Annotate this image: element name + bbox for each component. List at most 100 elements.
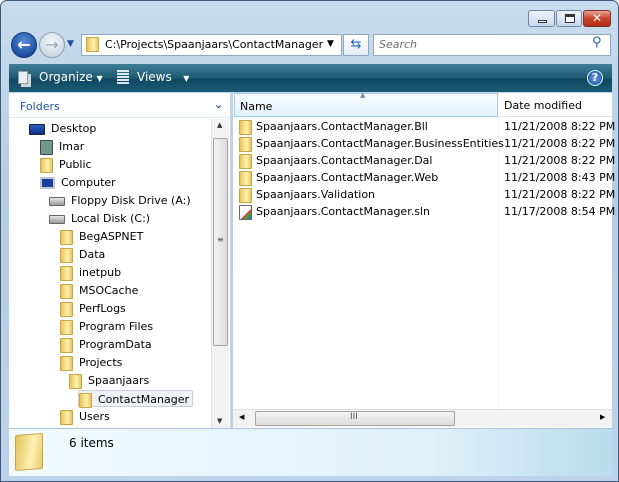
chevron-down-icon: ⌄ xyxy=(214,98,224,111)
vertical-scrollbar[interactable]: ▲ ≡ ▼ xyxy=(211,119,229,428)
tree-item-label: PerfLogs xyxy=(79,302,126,315)
file-name: Spaanjaars.ContactManager.Bll xyxy=(256,120,428,133)
tree-item-label: ContactManager xyxy=(98,393,190,406)
folder-icon xyxy=(60,283,73,299)
scroll-left-icon[interactable]: ◀ xyxy=(239,413,244,421)
address-bar[interactable]: C:\Projects\Spaanjaars\ContactManager ▼ xyxy=(81,34,342,56)
search-input[interactable]: Search ⚲ xyxy=(373,34,611,56)
tree-item[interactable]: Computer xyxy=(40,174,116,191)
file-row[interactable]: Spaanjaars.ContactManager.Web 11/21/2008 … xyxy=(239,169,615,186)
tree-item[interactable]: Projects xyxy=(60,354,122,371)
tree-item-label: Local Disk (C:) xyxy=(71,212,151,225)
floppy-drive-icon xyxy=(49,196,65,206)
tree-item-label: Users xyxy=(79,410,110,423)
solution-file-icon xyxy=(239,204,252,220)
folder-icon xyxy=(239,187,252,203)
chevron-down-icon: ▼ xyxy=(67,39,74,49)
tree-item-label: Program Files xyxy=(79,320,154,333)
minimize-button[interactable] xyxy=(528,10,555,27)
file-name: Spaanjaars.ContactManager.Web xyxy=(256,171,439,184)
tree-item[interactable]: Program Files xyxy=(60,318,153,335)
tree-item[interactable]: ProgramData xyxy=(60,336,152,353)
tree-item[interactable]: Users xyxy=(60,408,110,425)
column-headers: ▲ Name Date modified xyxy=(233,91,612,117)
tree-item[interactable]: Public xyxy=(40,156,92,173)
file-row[interactable]: Spaanjaars.ContactManager.Bll 11/21/2008 … xyxy=(239,118,615,135)
file-name: Spaanjaars.ContactManager.Dal xyxy=(256,154,433,167)
horizontal-scrollbar[interactable]: ◀ III ▶ xyxy=(233,409,612,427)
file-row[interactable]: Spaanjaars.ContactManager.sln 11/17/2008 … xyxy=(239,203,615,220)
maximize-button[interactable] xyxy=(556,10,582,27)
tree-item[interactable]: Data xyxy=(60,246,105,263)
folder-icon xyxy=(60,229,73,245)
organize-label: Organize xyxy=(39,70,93,84)
refresh-button[interactable]: ⇆ xyxy=(343,34,369,56)
file-row[interactable]: Spaanjaars.ContactManager.Dal 11/21/2008 … xyxy=(239,152,615,169)
tree-item[interactable]: inetpub xyxy=(60,264,121,281)
column-name-label: Name xyxy=(240,100,273,113)
details-pane: 6 items xyxy=(9,428,612,476)
recent-pages-dropdown[interactable]: ▼ xyxy=(67,39,74,49)
chevron-down-icon: ▼ xyxy=(183,74,190,83)
folders-header[interactable]: Folders ⌄ xyxy=(9,93,231,118)
tree-item[interactable]: Desktop xyxy=(29,120,96,137)
file-name: Spaanjaars.ContactManager.BusinessEntiti… xyxy=(256,137,504,150)
file-date: 11/17/2008 8:54 PM xyxy=(504,205,616,218)
tree-item[interactable]: ContactManager xyxy=(78,390,194,408)
forward-icon: → xyxy=(45,35,59,54)
views-icon xyxy=(117,70,129,84)
scroll-thumb[interactable]: III xyxy=(255,411,455,426)
tree-item[interactable]: Spaanjaars xyxy=(69,372,149,389)
scroll-down-icon[interactable]: ▼ xyxy=(217,417,222,425)
folder-icon xyxy=(239,119,252,135)
folder-icon xyxy=(86,37,99,52)
folder-icon xyxy=(60,355,73,371)
back-button[interactable]: ← xyxy=(11,32,37,58)
scroll-right-icon[interactable]: ▶ xyxy=(600,413,605,421)
folder-icon xyxy=(15,433,43,471)
folder-icon xyxy=(69,373,82,389)
chevron-down-icon: ▼ xyxy=(96,74,103,83)
organize-button[interactable]: Organize ▼ xyxy=(39,70,103,84)
file-date: 11/21/2008 8:22 PM xyxy=(504,188,616,201)
tree-item-label: MSOCache xyxy=(79,284,139,297)
file-name: Spaanjaars.Validation xyxy=(256,188,376,201)
folder-icon xyxy=(60,319,73,335)
tree-item[interactable]: Local Disk (C:) xyxy=(49,210,150,227)
scroll-up-icon[interactable]: ▲ xyxy=(217,121,222,129)
file-date: 11/21/2008 8:22 PM xyxy=(504,120,616,133)
user-folder-icon xyxy=(40,139,53,155)
tree-item[interactable]: BegASPNET xyxy=(60,228,143,245)
folder-icon xyxy=(60,337,73,353)
address-dropdown-icon[interactable]: ▼ xyxy=(327,39,334,49)
grip-icon: III xyxy=(350,412,358,422)
sort-ascending-icon: ▲ xyxy=(360,91,366,99)
file-name: Spaanjaars.ContactManager.sln xyxy=(256,205,430,218)
tree-item-label: Spaanjaars xyxy=(88,374,150,387)
tree-item[interactable]: MSOCache xyxy=(60,282,138,299)
close-button[interactable]: ✕ xyxy=(583,10,611,27)
file-row[interactable]: Spaanjaars.Validation 11/21/2008 8:22 PM xyxy=(239,186,615,203)
folder-icon xyxy=(239,170,252,186)
help-icon[interactable]: ? xyxy=(587,70,603,86)
close-icon: ✕ xyxy=(591,11,603,25)
column-header-name[interactable]: ▲ Name xyxy=(234,91,498,117)
tree-item-label: Floppy Disk Drive (A:) xyxy=(71,194,191,207)
tree-item[interactable]: Floppy Disk Drive (A:) xyxy=(49,192,191,209)
folder-icon xyxy=(239,136,252,152)
organize-icon xyxy=(18,71,28,84)
forward-button[interactable]: → xyxy=(39,32,65,58)
file-date: 11/21/2008 8:22 PM xyxy=(504,137,616,150)
tree-item[interactable]: PerfLogs xyxy=(60,300,126,317)
tree-item-label: Computer xyxy=(61,176,116,189)
folder-icon xyxy=(79,392,92,408)
folder-icon xyxy=(239,153,252,169)
tree-item[interactable]: Imar xyxy=(40,138,84,155)
views-button[interactable]: Views ▼ xyxy=(137,70,189,84)
scroll-thumb[interactable]: ≡ xyxy=(213,138,228,346)
file-row[interactable]: Spaanjaars.ContactManager.BusinessEntiti… xyxy=(239,135,615,152)
folder-icon xyxy=(60,265,73,281)
search-icon[interactable]: ⚲ xyxy=(592,35,602,50)
tree-item-label: BegASPNET xyxy=(79,230,144,243)
column-header-date[interactable]: Date modified xyxy=(498,93,612,117)
